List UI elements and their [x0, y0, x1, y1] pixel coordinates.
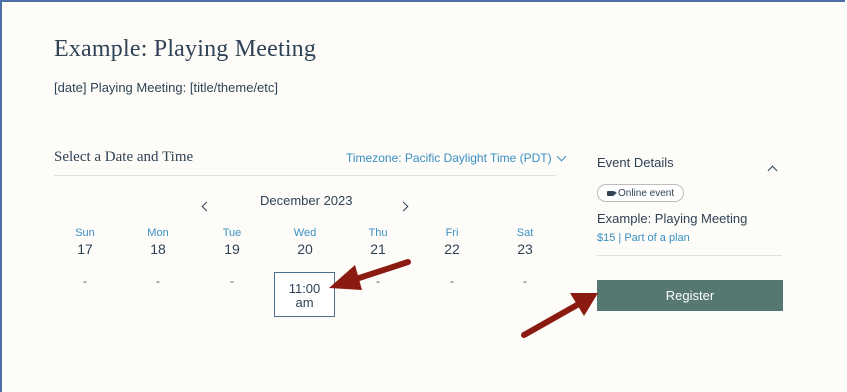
online-event-badge: Online event	[597, 184, 685, 202]
event-name: Example: Playing Meeting	[597, 211, 748, 226]
day-column-sun: Sun 17	[55, 227, 115, 257]
page-subtitle: [date] Playing Meeting: [title/theme/etc…	[54, 80, 279, 95]
day-column-thu: Thu 21	[348, 227, 408, 257]
no-slot-indicator: -	[230, 274, 234, 288]
chevron-left-icon	[201, 201, 212, 212]
day-date: 22	[444, 241, 460, 257]
timezone-label: Timezone: Pacific Daylight Time (PDT)	[346, 151, 552, 165]
no-slot-indicator: -	[450, 274, 454, 288]
no-slot-indicator: -	[376, 274, 380, 288]
day-date: 19	[224, 241, 240, 257]
day-name: Mon	[147, 227, 169, 239]
day-date: 21	[370, 241, 386, 257]
previous-month-button[interactable]	[201, 195, 212, 217]
no-slot-indicator: -	[523, 274, 527, 288]
time-slot-button[interactable]: 11:00 am	[274, 272, 335, 317]
day-date: 17	[77, 241, 93, 257]
day-name: Sun	[75, 227, 95, 239]
page-frame: Example: Playing Meeting [date] Playing …	[0, 0, 845, 392]
no-slot-indicator: -	[83, 274, 87, 288]
chevron-right-icon	[398, 201, 409, 212]
time-slot-period: am	[295, 295, 314, 310]
day-name: Thu	[368, 227, 388, 239]
time-slot-time: 11:00	[288, 281, 321, 296]
event-price-info: $15 | Part of a plan	[597, 232, 690, 244]
day-date: 20	[297, 241, 313, 257]
day-column-tue: Tue 19	[202, 227, 262, 257]
collapse-event-details-button[interactable]	[767, 159, 778, 181]
select-date-time-heading: Select a Date and Time	[54, 149, 194, 165]
next-month-button[interactable]	[398, 195, 409, 217]
no-slot-indicator: -	[156, 274, 160, 288]
day-column-wed: Wed 20	[275, 227, 335, 257]
register-button[interactable]: Register	[597, 280, 783, 311]
divider	[597, 255, 782, 256]
month-label: December 2023	[260, 193, 353, 208]
page-title: Example: Playing Meeting	[54, 36, 317, 62]
chevron-down-icon	[556, 151, 567, 161]
day-name: Tue	[222, 227, 242, 239]
day-date: 23	[517, 241, 533, 257]
chevron-up-icon	[767, 165, 778, 176]
day-column-fri: Fri 22	[422, 227, 482, 257]
day-name: Sat	[516, 227, 534, 239]
timezone-selector[interactable]: Timezone: Pacific Daylight Time (PDT)	[346, 151, 567, 165]
day-date: 18	[150, 241, 166, 257]
day-name: Fri	[445, 227, 459, 239]
badge-label: Online event	[618, 187, 675, 199]
day-column-mon: Mon 18	[128, 227, 188, 257]
divider	[54, 175, 556, 176]
event-details-heading: Event Details	[597, 155, 674, 170]
video-camera-icon	[607, 190, 617, 196]
day-column-sat: Sat 23	[495, 227, 555, 257]
day-name: Wed	[293, 227, 317, 239]
